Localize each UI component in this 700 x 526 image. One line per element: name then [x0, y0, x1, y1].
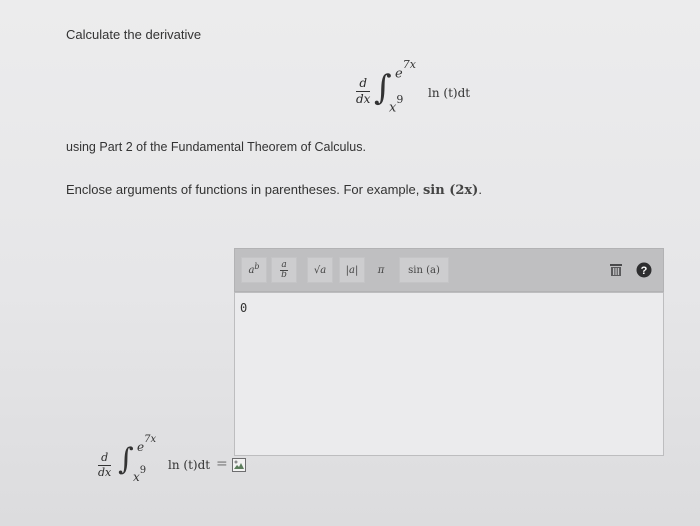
sqrt-button[interactable]: √a: [307, 257, 333, 283]
instruction-text: using Part 2 of the Fundamental Theorem …: [66, 140, 366, 154]
svg-text:?: ?: [641, 265, 648, 277]
input-hint: Enclose arguments of functions in parent…: [66, 182, 482, 198]
preview-equals: =: [216, 456, 228, 472]
absolute-value-button[interactable]: |a|: [339, 257, 365, 283]
derivative-operator: d dx: [356, 76, 371, 106]
preview-image-icon: [232, 458, 246, 472]
answer-input[interactable]: 0: [234, 292, 664, 456]
answer-value: 0: [240, 301, 248, 315]
preview-upper-limit: e7x: [137, 434, 157, 454]
preview-lower-limit: x9: [133, 465, 147, 484]
preview-derivative-operator: d dx: [98, 451, 112, 479]
derivative-formula: d dx ∫ e7x x9 ln (t)dt: [356, 58, 516, 122]
integrand: ln (t)dt: [428, 86, 471, 100]
lower-limit: x9: [389, 93, 404, 116]
fraction-button[interactable]: a b: [271, 257, 297, 283]
preview-integrand: ln (t)dt: [168, 458, 211, 472]
derivative-d: d: [359, 76, 368, 90]
sin-button[interactable]: sin (a): [399, 257, 449, 283]
hint-example: sin (2x): [422, 183, 479, 198]
help-icon[interactable]: ?: [633, 260, 655, 280]
math-toolbar: ab a b √a |a| π sin (a) ?: [234, 248, 664, 292]
power-button[interactable]: ab: [241, 257, 267, 283]
preview-integral-sign: ∫: [118, 442, 134, 477]
question-prompt: Calculate the derivative: [66, 27, 202, 42]
derivative-dx: dx: [356, 92, 371, 106]
upper-limit: e7x: [395, 58, 416, 82]
pi-button[interactable]: π: [369, 257, 393, 283]
trash-icon[interactable]: [605, 260, 627, 280]
